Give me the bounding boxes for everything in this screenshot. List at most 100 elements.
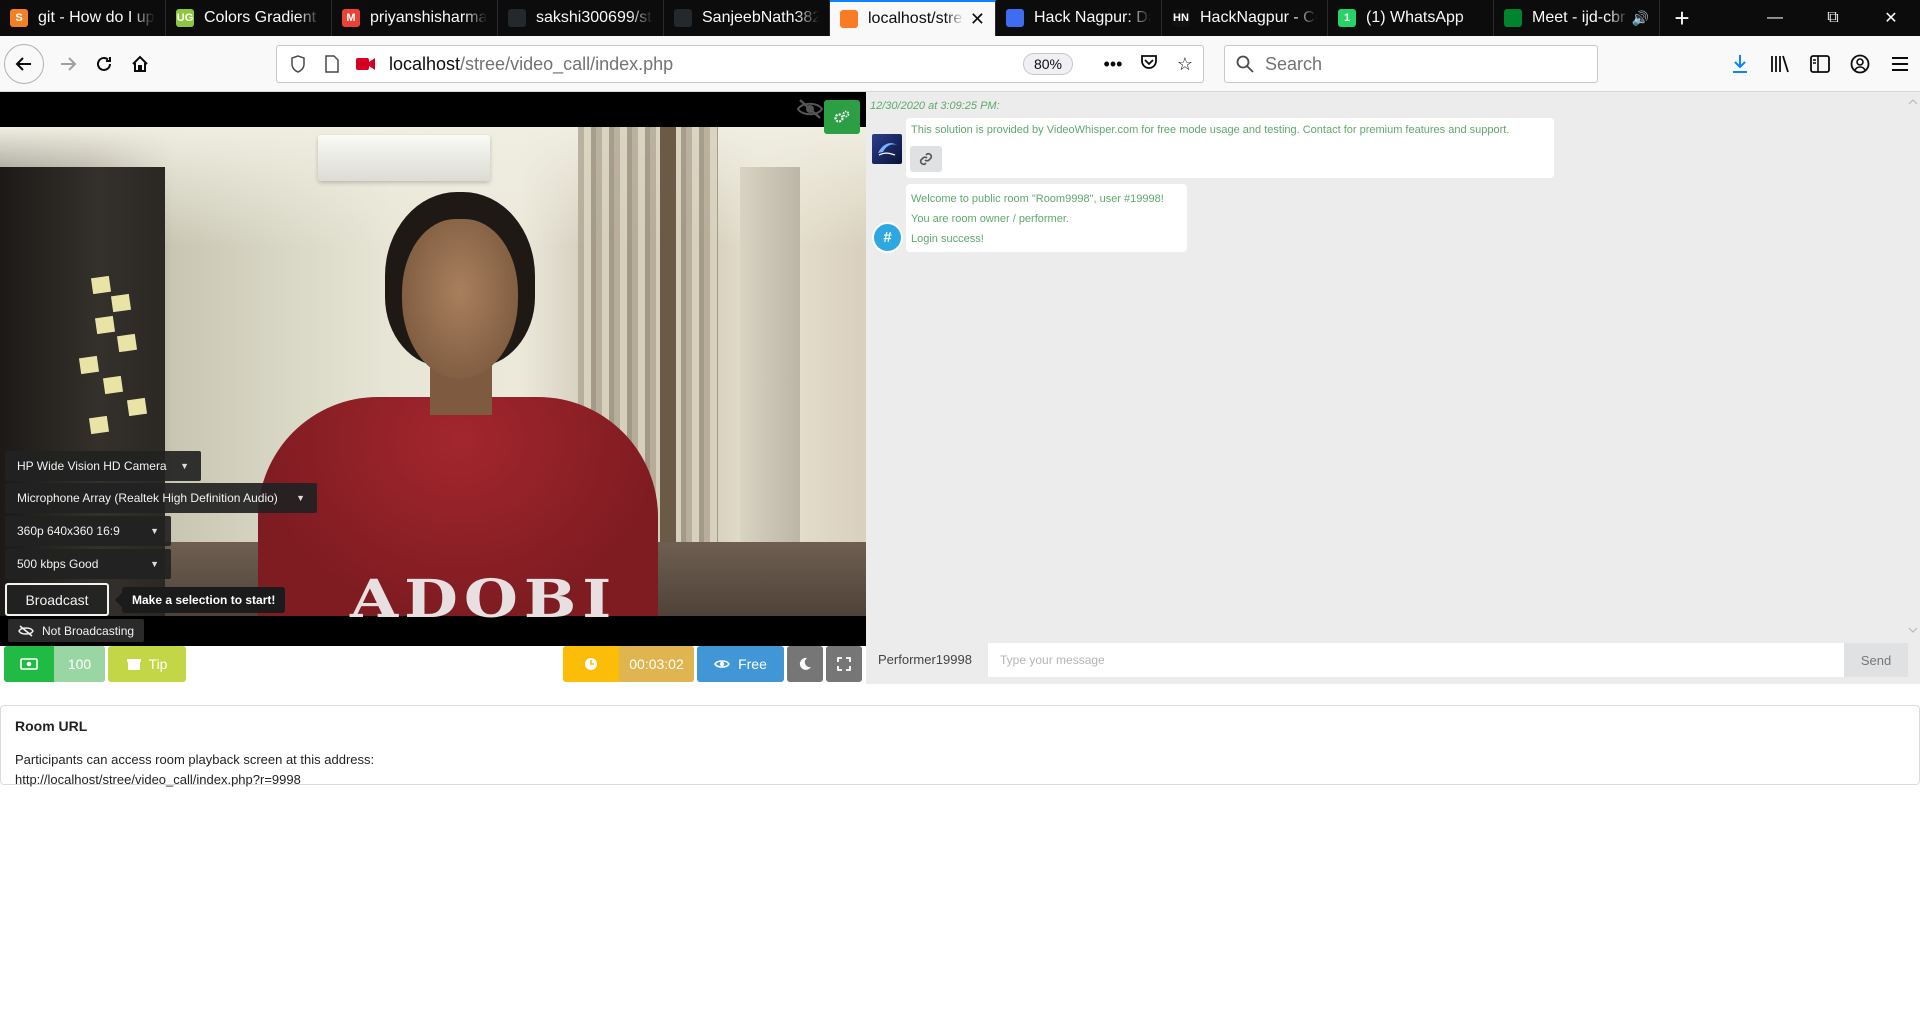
new-tab-button[interactable]: + xyxy=(1660,0,1704,36)
resolution-select-value: 360p 640x360 16:9 xyxy=(17,524,120,538)
browser-tab[interactable]: 1 (1) WhatsApp xyxy=(1328,0,1494,36)
close-window-icon[interactable]: ✕ xyxy=(1862,0,1920,36)
room-url-panel: Room URL Participants can access room pl… xyxy=(0,705,1920,787)
link-button[interactable] xyxy=(910,146,942,172)
tab-title: git - How do I up xyxy=(38,9,155,26)
chat-scrollbar[interactable] xyxy=(1906,92,1920,640)
browser-tab[interactable]: SanjeebNath382/ xyxy=(664,0,830,36)
caret-down-icon: ▼ xyxy=(180,461,189,471)
resolution-select[interactable]: 360p 640x360 16:9 ▼ xyxy=(5,516,171,546)
browser-tab[interactable]: sakshi300699/stre xyxy=(498,0,664,36)
tab-title: HackNagpur - Ce xyxy=(1200,9,1317,26)
welcome-message: Welcome to public room "Room9998", user … xyxy=(906,184,1187,252)
tab-title: Hack Nagpur: Da xyxy=(1034,9,1151,26)
send-button[interactable]: Send xyxy=(1844,643,1908,677)
sidebar-icon[interactable] xyxy=(1800,45,1840,83)
tab-favicon-icon: M xyxy=(342,9,360,27)
arrow-right-icon xyxy=(61,56,77,71)
tab-favicon-icon: 1 xyxy=(1338,9,1356,27)
mode-label: Free xyxy=(738,656,767,672)
camera-sharing-icon[interactable] xyxy=(353,57,379,71)
search-icon xyxy=(1236,55,1254,73)
tab-title: Meet - ijd-cbr xyxy=(1532,9,1626,26)
videowhisper-logo xyxy=(872,134,902,164)
bitrate-select-value: 500 kbps Good xyxy=(17,557,99,571)
page-actions-icon[interactable]: ••• xyxy=(1095,54,1131,75)
navigation-toolbar: localhost/stree/video_call/index.php 80%… xyxy=(0,36,1920,92)
video-panel: ADOBI HP Wide Vision HD Camera ▼ Microph… xyxy=(0,92,866,646)
eye-slash-icon[interactable] xyxy=(796,98,824,120)
caret-down-icon: ▼ xyxy=(150,526,159,536)
microphone-select-value: Microphone Array (Realtek High Definitio… xyxy=(17,491,278,505)
library-icon[interactable] xyxy=(1760,45,1800,83)
zoom-indicator[interactable]: 80% xyxy=(1022,53,1073,75)
close-tab-icon[interactable]: ✕ xyxy=(970,9,985,30)
restore-icon[interactable]: ⧉ xyxy=(1804,0,1862,36)
reload-icon xyxy=(97,56,111,71)
browser-tab[interactable]: Sgit - How do I up xyxy=(0,0,166,36)
browser-tab[interactable]: Hack Nagpur: Da xyxy=(996,0,1162,36)
person-face xyxy=(402,219,518,379)
browser-tab[interactable]: Meet - ijd-cbr 🔊 xyxy=(1494,0,1660,36)
expand-icon xyxy=(837,657,851,671)
browser-tab[interactable]: UG Colors Gradient xyxy=(166,0,332,36)
back-button[interactable] xyxy=(4,43,44,84)
downloads-icon[interactable] xyxy=(1720,45,1760,83)
speaker-icon[interactable]: 🔊 xyxy=(1632,10,1649,27)
tab-title: localhost/stre xyxy=(868,10,963,27)
url-text[interactable]: localhost/stree/video_call/index.php xyxy=(389,54,1023,75)
browser-tab[interactable]: localhost/stre ✕ xyxy=(830,0,996,36)
tab-favicon-icon: S xyxy=(10,9,28,27)
broadcast-status-text: Not Broadcasting xyxy=(42,623,135,638)
account-icon[interactable] xyxy=(1840,45,1880,83)
free-mode-button[interactable]: Free xyxy=(697,646,784,682)
tab-list: Sgit - How do I up UG Colors Gradient Mpriy… xyxy=(0,0,1660,36)
tab-favicon-icon: UG xyxy=(176,9,194,27)
page-icon xyxy=(319,55,345,73)
minimize-icon[interactable]: — xyxy=(1746,0,1804,36)
browser-tab[interactable]: Mpriyanshisharma xyxy=(332,0,498,36)
caret-down-icon: ▼ xyxy=(150,559,159,569)
browser-tab[interactable]: HN HackNagpur - Ce xyxy=(1162,0,1328,36)
room-url-heading: Room URL xyxy=(15,718,88,734)
welcome-line: Login success! xyxy=(911,233,984,245)
pocket-icon[interactable] xyxy=(1131,54,1167,75)
message-input[interactable] xyxy=(988,643,1844,677)
tip-button[interactable]: Tip xyxy=(108,646,186,682)
video-toolbar: 100 Tip 00:03:02 Free xyxy=(0,646,866,684)
dark-mode-button[interactable] xyxy=(787,646,823,682)
room-description-text: Participants can access room playback sc… xyxy=(15,752,375,767)
welcome-line: You are room owner / performer. xyxy=(911,213,1069,225)
money-icon xyxy=(4,646,54,682)
home-button[interactable] xyxy=(122,46,158,82)
address-bar[interactable]: localhost/stree/video_call/index.php 80%… xyxy=(276,45,1204,83)
bitrate-select[interactable]: 500 kbps Good ▼ xyxy=(5,549,171,579)
settings-button[interactable] xyxy=(824,100,860,134)
tab-favicon-icon xyxy=(1006,9,1024,27)
search-bar[interactable]: Search xyxy=(1224,45,1598,83)
tab-title: priyanshisharma xyxy=(370,9,487,26)
reload-button[interactable] xyxy=(86,46,122,82)
home-icon xyxy=(132,55,148,72)
shield-icon[interactable] xyxy=(285,55,311,73)
cogs-icon xyxy=(834,110,850,123)
tab-title: SanjeebNath382/ xyxy=(702,9,819,26)
session-timer: 00:03:02 xyxy=(563,646,694,682)
chat-panel: 12/30/2020 at 3:09:25 PM: This solution … xyxy=(866,92,1920,684)
camera-select[interactable]: HP Wide Vision HD Camera ▼ xyxy=(5,451,201,481)
system-message-text: This solution is provided by VideoWhispe… xyxy=(911,124,1510,136)
tab-favicon-icon xyxy=(508,9,526,27)
fullscreen-button[interactable] xyxy=(826,646,862,682)
microphone-select[interactable]: Microphone Array (Realtek High Definitio… xyxy=(5,483,317,513)
room-url-link[interactable]: http://localhost/stree/video_call/index.… xyxy=(15,772,301,787)
credits-button[interactable]: 100 xyxy=(4,646,105,682)
caret-down-icon: ▼ xyxy=(296,493,305,503)
menu-icon[interactable] xyxy=(1880,45,1920,83)
moon-icon xyxy=(799,657,811,670)
broadcast-button[interactable]: Broadcast xyxy=(5,583,109,616)
tab-title: Colors Gradient xyxy=(204,9,317,26)
forward-button[interactable] xyxy=(50,46,86,82)
bookmark-star-icon[interactable]: ☆ xyxy=(1167,54,1203,75)
welcome-line: Welcome to public room "Room9998", user … xyxy=(911,193,1164,205)
tab-title: sakshi300699/stre xyxy=(536,9,653,26)
